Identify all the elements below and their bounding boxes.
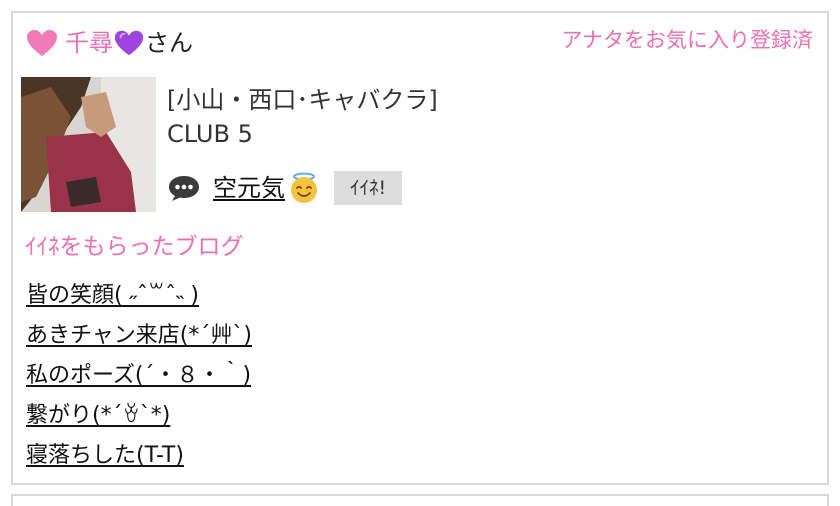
next-card-edge [11, 494, 829, 506]
pink-heart-icon [25, 28, 59, 58]
blog-link[interactable]: 繋がり(*´ꈊ`*) [26, 396, 252, 436]
blog-link[interactable]: あきチャン来店(*´艸`) [26, 316, 252, 356]
iine-button[interactable]: ｲｲﾈ! [334, 171, 403, 205]
smiling-face-with-halo-icon [291, 172, 317, 203]
profile-card: 千尋 さん アナタをお気に入り登録済 [小山・西口･キャバクラ] CLUB 5 [11, 11, 829, 485]
purple-heart-icon [113, 28, 145, 58]
speech-bubble-icon [169, 176, 199, 201]
club-name: CLUB 5 [167, 120, 253, 148]
profile-info: [小山・西口･キャバクラ] CLUB 5 [167, 83, 438, 151]
store-location: [小山・西口･キャバクラ] [167, 86, 438, 114]
name-text: 千尋 [65, 29, 113, 57]
honorific-text: さん [145, 29, 193, 57]
favorite-status: アナタをお気に入り登録済 [561, 28, 813, 52]
liked-blogs-heading: ｲｲﾈをもらったブログ [25, 234, 244, 260]
blog-link[interactable]: 私のポーズ(´・８・｀) [26, 356, 252, 396]
profile-photo[interactable] [21, 77, 156, 212]
blog-link[interactable]: 寝落ちした(T-T) [26, 436, 252, 476]
liked-blogs-list: 皆の笑顔( ˶ˆ꒳ˆ˵ ) あきチャン来店(*´艸`) 私のポーズ(´・８・｀)… [26, 276, 252, 476]
profile-name[interactable]: 千尋 さん [25, 27, 193, 59]
blog-link[interactable]: 皆の笑顔( ˶ˆ꒳ˆ˵ ) [26, 276, 252, 316]
status-row: 空元気 ｲｲﾈ! [167, 171, 403, 205]
status-text-link[interactable]: 空元気 [213, 172, 285, 204]
